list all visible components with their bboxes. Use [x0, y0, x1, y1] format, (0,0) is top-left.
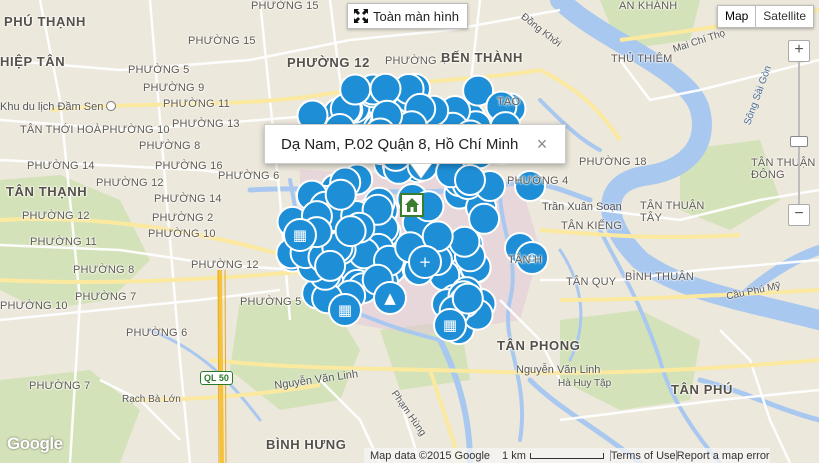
location-marker[interactable] [454, 164, 486, 196]
label-phuong-12: PHƯỜNG 12 [287, 55, 370, 70]
label-tan-quy: TÂN QUY [566, 276, 617, 288]
label-phuong-4-b: PHƯỜNG 4 [507, 175, 569, 187]
label-thu-thiem: THỦ THIÊM [611, 53, 673, 65]
label-nguyen-van-linh-b: Nguyễn Văn Linh [516, 364, 601, 376]
location-marker[interactable] [339, 73, 372, 106]
zoom-control: + − [788, 40, 810, 230]
label-phuong-15-top: PHƯỜNG 15 [251, 0, 319, 12]
close-icon[interactable]: × [533, 135, 551, 153]
label-phuong-7-b: PHƯỜNG 7 [29, 380, 91, 392]
home-icon [405, 198, 419, 212]
label-phuong-6: PHƯỜNG 6 [218, 170, 280, 182]
label-phuong-12-c: PHƯỜNG 12 [22, 210, 90, 222]
label-tan-thuan-tay: TÂN THUẬN TÂY [640, 200, 705, 224]
label-phuong-9: PHƯỜNG 9 [143, 82, 205, 94]
location-marker[interactable] [451, 282, 484, 315]
map-scale-bar [529, 452, 604, 459]
location-marker[interactable] [324, 178, 357, 211]
highway [218, 269, 224, 463]
marker-glyph-icon: ▲ [384, 289, 396, 307]
zoom-out-button[interactable]: − [788, 204, 810, 226]
terms-of-use-link[interactable]: Terms of Use [611, 450, 676, 462]
map-type-map-button[interactable]: Map [716, 5, 757, 28]
zoom-slider-handle[interactable] [790, 136, 808, 147]
fullscreen-icon [354, 9, 368, 23]
info-window-text: Dạ Nam, P.02 Quận 8, Hồ Chí Minh [281, 135, 519, 153]
label-phuong-7: PHƯỜNG 7 [75, 291, 137, 303]
label-phuong-10-c: PHƯỜNG 10 [0, 300, 68, 312]
label-phuong-14-b: PHƯỜNG 14 [154, 193, 222, 205]
label-phuong-15: PHƯỜNG 15 [188, 35, 256, 47]
label-phuong-5: PHƯỜNG 5 [128, 64, 190, 76]
info-window: Dạ Nam, P.02 Quận 8, Hồ Chí Minh × [264, 124, 566, 179]
label-phu-thanh: PHÚ THẠNH [4, 14, 86, 29]
label-phuong-14: PHƯỜNG 14 [27, 160, 95, 172]
label-phuong-6-b: PHƯỜNG 6 [126, 327, 188, 339]
map-data-attribution: Map data ©2015 Google [370, 449, 491, 462]
map-footer: Map data ©2015 Google 1 km Terms of Use … [364, 448, 770, 463]
label-phuong-12-d: PHƯỜNG 12 [191, 259, 259, 271]
label-dam-sen: Khu du lịch Đầm Sen [0, 101, 117, 113]
label-phuong-5-b: PHƯỜNG 5 [240, 296, 302, 308]
label-phuong-10-b: PHƯỜNG 10 [148, 228, 216, 240]
label-phuong-18: PHƯỜNG 18 [579, 156, 647, 168]
location-marker[interactable] [448, 225, 481, 258]
home-marker[interactable] [400, 193, 424, 217]
map-scale-label: 1 km [502, 449, 526, 462]
report-map-error-link[interactable]: Report a map error [677, 450, 770, 462]
info-window-tail [411, 164, 431, 178]
zoom-in-button[interactable]: + [788, 40, 810, 62]
marker-glyph-icon: + [419, 253, 432, 271]
location-marker[interactable] [334, 215, 367, 248]
map-scale: 1 km [496, 450, 610, 462]
label-an-khanh: AN KHÁNH [619, 0, 678, 12]
marker-glyph-icon: ▦ [443, 316, 457, 334]
label-phuong-11-b: PHƯỜNG 11 [30, 236, 97, 248]
label-tao: TẠO [497, 96, 521, 108]
label-phuong-8: PHƯỜNG 8 [139, 140, 201, 152]
label-ben-thanh: BẾN THÀNH [441, 50, 523, 65]
fullscreen-label: Toàn màn hình [373, 8, 460, 24]
location-marker[interactable] [369, 72, 402, 105]
poi-marker-icon [106, 101, 117, 111]
label-rach-ba-lon: Rạch Bà Lớn [122, 394, 181, 405]
label-phuong-16: PHƯỜNG 16 [155, 160, 223, 172]
label-tan-h: TÂN H [508, 254, 542, 266]
label-tan-phong: TÂN PHONG [497, 338, 581, 353]
ql50-shield: QL 50 [200, 371, 233, 385]
label-phuong-2: PHƯỜNG 2 [152, 212, 214, 224]
label-phuong-12-b: PHƯỜNG 12 [96, 177, 164, 189]
label-phuong-8-b: PHƯỜNG 8 [73, 264, 135, 276]
marker-glyph-icon: ▦ [293, 226, 307, 244]
label-tan-thoi-hoa: TÂN THỚI HOÀ [20, 124, 102, 136]
label-tan-thanh: TÂN THẠNH [6, 184, 88, 199]
label-binh-hung: BÌNH HƯNG [266, 437, 347, 452]
map-type-control: Map Satellite [716, 5, 814, 28]
label-ha-huy-tap: Hà Huy Tập [558, 378, 612, 389]
label-tran-xuan-soan: Trần Xuân Soạn [542, 201, 622, 213]
label-hiep-tan: HIỆP TÂN [0, 54, 66, 69]
map-canvas[interactable]: + ▲ ▦ ▦ ⊕ ▦ PHÚ THẠNH HIỆP TÂN PHƯỜNG 15 PHƯỜ… [0, 0, 819, 463]
label-binh-thuan: BÌNH THUẬN [625, 271, 695, 283]
label-tan-kieng: TÂN KIỂNG [561, 220, 623, 232]
location-marker[interactable] [314, 249, 347, 282]
label-phuong-10: PHƯỜNG 10 [102, 124, 170, 136]
google-logo: Google [7, 434, 63, 453]
label-phuong-4: PHƯỜNG 4 [385, 55, 447, 67]
map-type-satellite-button[interactable]: Satellite [756, 5, 814, 28]
label-tan-phu: TÂN PHÚ [671, 382, 733, 397]
label-phuong-13: PHƯỜNG 13 [172, 118, 240, 130]
marker-glyph-icon: ▦ [338, 301, 352, 319]
fullscreen-button[interactable]: Toàn màn hình [347, 3, 469, 29]
label-phuong-11: PHƯỜNG 11 [163, 98, 230, 110]
